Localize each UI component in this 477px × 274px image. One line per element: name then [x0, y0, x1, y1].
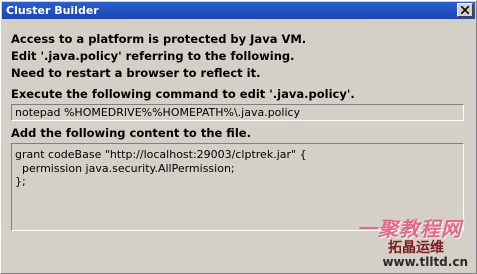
close-button[interactable]	[457, 3, 473, 17]
info-message: Access to a platform is protected by Jav…	[11, 31, 306, 82]
message-line-2: Edit '.java.policy' referring to the fol…	[11, 49, 295, 63]
watermark-line-3: www.tlltd.cn	[382, 255, 468, 269]
close-icon	[461, 6, 469, 14]
message-line-3: Need to restart a browser to reflect it.	[11, 66, 261, 80]
watermark-line-2: 拓晶运维	[388, 240, 444, 256]
command-label: Execute the following command to edit '.…	[11, 87, 355, 101]
window-title: Cluster Builder	[6, 4, 99, 17]
content-label: Add the following content to the file.	[11, 126, 251, 140]
command-field[interactable]: notepad %HOMEDRIVE%%HOMEPATH%\.java.poli…	[11, 104, 464, 121]
title-bar[interactable]: Cluster Builder	[2, 2, 475, 19]
watermark: 一聚教程网 拓晶运维 www.tlltd.cn	[320, 213, 470, 271]
dialog-window: Cluster Builder Access to a platform is …	[0, 0, 477, 274]
message-line-1: Access to a platform is protected by Jav…	[11, 32, 307, 46]
